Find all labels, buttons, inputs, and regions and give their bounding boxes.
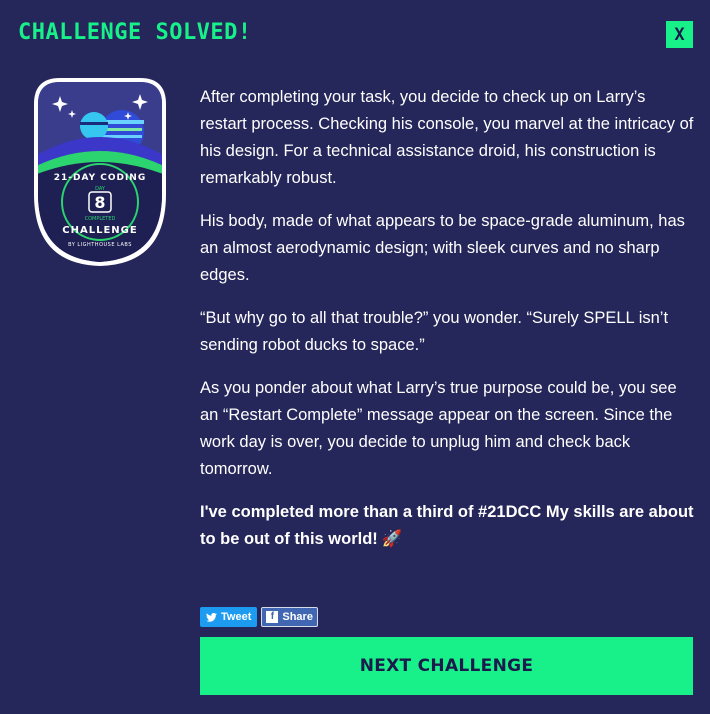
share-buttons: Tweet f Share: [200, 607, 318, 627]
badge-challenge-label: CHALLENGE: [62, 225, 137, 236]
badge-brand-text: BY LIGHTHOUSE LABS: [68, 242, 132, 248]
modal-title: CHALLENGE SOLVED!: [18, 20, 252, 45]
facebook-icon: f: [266, 611, 279, 623]
story-paragraph: “But why go to all that trouble?” you wo…: [200, 309, 669, 354]
challenge-badge: 21-DAY CODING DAY 8 COMPLETED CHALLENGE …: [34, 78, 166, 266]
twitter-bird-icon: [206, 612, 217, 622]
facebook-share-button[interactable]: f Share: [261, 607, 318, 627]
badge-completed-label: COMPLETED: [85, 216, 116, 222]
tweet-label: Tweet: [221, 611, 252, 623]
badge-day-label: DAY: [95, 186, 106, 192]
share-message: I've completed more than a third of #21D…: [200, 499, 695, 553]
challenge-modal: CHALLENGE SOLVED! X 21-DAY CODING DAY 8 …: [0, 0, 710, 714]
story-paragraph: As you ponder about what Larry’s true pu…: [200, 379, 677, 478]
close-button[interactable]: X: [666, 21, 693, 48]
badge-day-number: 8: [94, 193, 105, 212]
tweet-button[interactable]: Tweet: [200, 607, 258, 627]
share-message-text: I've completed more than a third of #21D…: [200, 503, 694, 548]
rocket-icon: 🚀: [381, 530, 403, 548]
next-challenge-button[interactable]: NEXT CHALLENGE: [200, 637, 693, 695]
facebook-share-label: Share: [282, 611, 313, 623]
story-paragraph: His body, made of what appears to be spa…: [200, 212, 685, 284]
story-paragraph: After completing your task, you decide t…: [200, 88, 694, 187]
badge-top-text: 21-DAY CODING: [54, 173, 146, 183]
story-text: After completing your task, you decide t…: [200, 84, 695, 569]
